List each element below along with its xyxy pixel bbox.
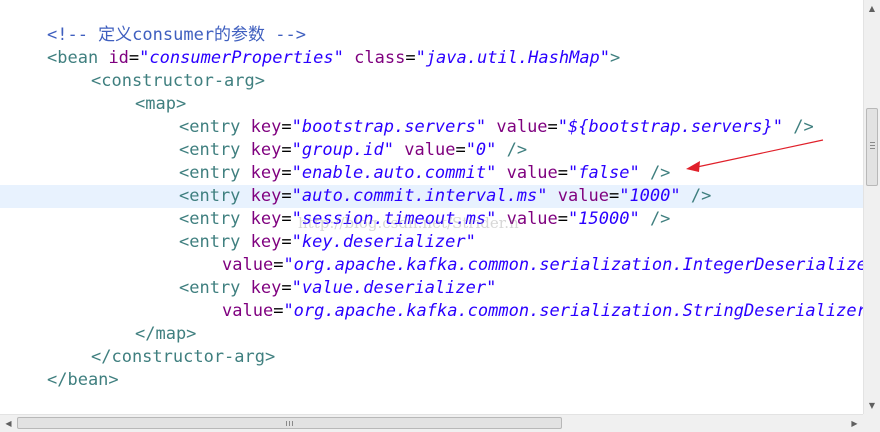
code-line: value="org.apache.kafka.common.serializa… (0, 254, 863, 277)
entry-value-attr: value (557, 186, 609, 206)
entry-key-attr: key (250, 232, 282, 252)
grip-line (286, 421, 287, 426)
entry-value-attr: value (404, 140, 456, 160)
map-open-tag: <map> (135, 94, 187, 114)
entry-self-close: /> (690, 186, 712, 206)
entry-key-value: "enable.auto.commit" (291, 163, 497, 183)
arrow-up-icon[interactable]: ▲ (864, 0, 880, 17)
bean-close-tag: </bean> (47, 370, 119, 390)
code-line: <entry key="session.timeout.ms" value="1… (179, 209, 671, 229)
scrollbar-corner (863, 414, 880, 432)
xml-editor[interactable]: <!-- 定义consumer的参数 --> <bean id="consume… (0, 0, 863, 414)
code-line: </bean> (0, 369, 863, 392)
entry-tag: <entry (179, 232, 241, 252)
entry-value-attr: value (506, 209, 558, 229)
code-line: <!-- 定义consumer的参数 --> (0, 24, 863, 47)
entry-key-attr: key (250, 209, 282, 229)
code-line: </map> (0, 323, 863, 346)
entry-key-attr: key (250, 186, 282, 206)
entry-self-close: /> (793, 117, 814, 137)
code-line: <entry key="value.deserializer" (179, 278, 497, 298)
xml-comment: <!-- 定义consumer的参数 --> (47, 25, 306, 45)
bean-open-tag-end: > (610, 48, 621, 68)
entry-tag: <entry (179, 209, 241, 229)
entry-key-attr: key (250, 140, 282, 160)
code-line: <entry key="group.id" value="0" /> (179, 140, 528, 160)
entry-tag: <entry (179, 140, 241, 160)
entry-self-close: /> (649, 209, 671, 229)
entry-value-value: "false" (568, 163, 640, 183)
constructor-arg-close-tag: </constructor-arg> (91, 347, 276, 367)
entry-key-value: "group.id" (291, 140, 394, 160)
entry-value-value: "org.apache.kafka.common.serialization.I… (283, 255, 863, 275)
bean-id-value: "consumerProperties" (139, 48, 344, 68)
entry-self-close: /> (649, 163, 671, 183)
bean-class-value: "java.util.HashMap" (415, 48, 611, 68)
grip-line (289, 421, 290, 426)
entry-key-value: "bootstrap.servers" (291, 117, 487, 137)
entry-value-value: "15000" (568, 209, 640, 229)
grip-line (870, 142, 875, 143)
bean-open-tag: <bean (47, 48, 99, 68)
entry-key-value: "value.deserializer" (291, 278, 497, 298)
entry-key-attr: key (250, 278, 282, 298)
grip-line (870, 145, 875, 146)
entry-self-close: /> (506, 140, 528, 160)
entry-key-attr: key (250, 163, 282, 183)
entry-value-value: "${bootstrap.servers}" (557, 117, 783, 137)
highlighted-code-line: <entry key="auto.commit.interval.ms" val… (0, 185, 863, 208)
entry-key-attr: key (250, 117, 282, 137)
entry-key-value: "key.deserializer" (291, 232, 476, 252)
entry-key-value: "session.timeout.ms" (291, 209, 497, 229)
bean-class-attr: class (354, 48, 406, 68)
horizontal-scrollbar[interactable]: ◀ ▶ (0, 414, 863, 432)
entry-value-attr: value (222, 255, 274, 275)
entry-tag: <entry (179, 278, 241, 298)
vertical-scroll-thumb[interactable] (866, 108, 878, 186)
code-line: <bean id="consumerProperties" class="jav… (47, 48, 621, 68)
entry-value-value: "0" (465, 140, 497, 160)
grip-line (870, 148, 875, 149)
arrow-down-icon[interactable]: ▼ (864, 397, 880, 414)
code-line: <constructor-arg> (0, 70, 863, 93)
entry-tag: <entry (179, 117, 241, 137)
entry-tag: <entry (179, 163, 241, 183)
vertical-scrollbar[interactable]: ▲ ▼ (863, 0, 880, 414)
horizontal-scroll-thumb[interactable] (17, 417, 562, 429)
code-line: <entry key="bootstrap.servers" value="${… (179, 117, 814, 137)
arrow-right-icon[interactable]: ▶ (846, 415, 863, 432)
entry-value-attr: value (496, 117, 548, 137)
entry-value-attr: value (506, 163, 558, 183)
code-line: value="org.apache.kafka.common.serializa… (0, 300, 863, 323)
entry-tag: <entry (179, 186, 241, 206)
entry-value-value: "org.apache.kafka.common.serialization.S… (283, 301, 863, 321)
map-close-tag: </map> (135, 324, 197, 344)
constructor-arg-open-tag: <constructor-arg> (91, 71, 265, 91)
code-line: <map> (0, 93, 863, 116)
code-line: <entry key="key.deserializer" (179, 232, 476, 252)
entry-key-value: "auto.commit.interval.ms" (291, 186, 548, 206)
grip-line (292, 421, 293, 426)
code-line: <entry key="enable.auto.commit" value="f… (179, 163, 671, 183)
bean-id-attr: id (108, 48, 129, 68)
arrow-left-icon[interactable]: ◀ (0, 415, 17, 432)
entry-value-attr: value (222, 301, 274, 321)
code-line: </constructor-arg> (0, 346, 863, 369)
entry-value-value: "1000" (619, 186, 681, 206)
